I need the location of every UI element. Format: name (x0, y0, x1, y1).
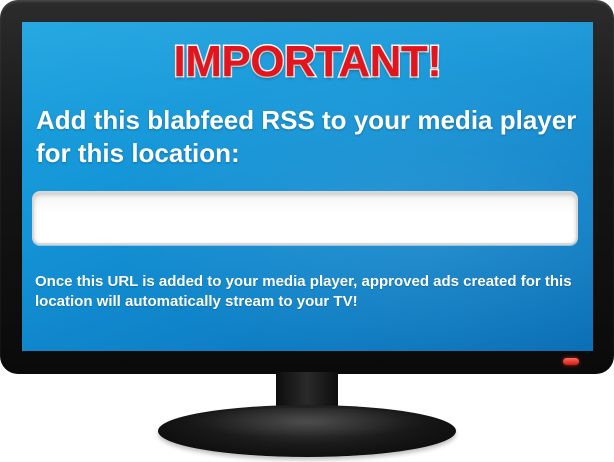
tv-monitor: IMPORTANT! Add this blabfeed RSS to your… (0, 0, 614, 374)
rss-url-field[interactable] (32, 191, 578, 245)
tv-screen: IMPORTANT! Add this blabfeed RSS to your… (22, 22, 593, 351)
monitor-stand-base-highlight (180, 408, 434, 438)
note-text: Once this URL is added to your media pla… (35, 273, 572, 310)
power-light-icon (563, 358, 579, 365)
important-heading: IMPORTANT! (172, 36, 443, 87)
instruction-text: Add this blabfeed RSS to your media play… (36, 105, 577, 168)
